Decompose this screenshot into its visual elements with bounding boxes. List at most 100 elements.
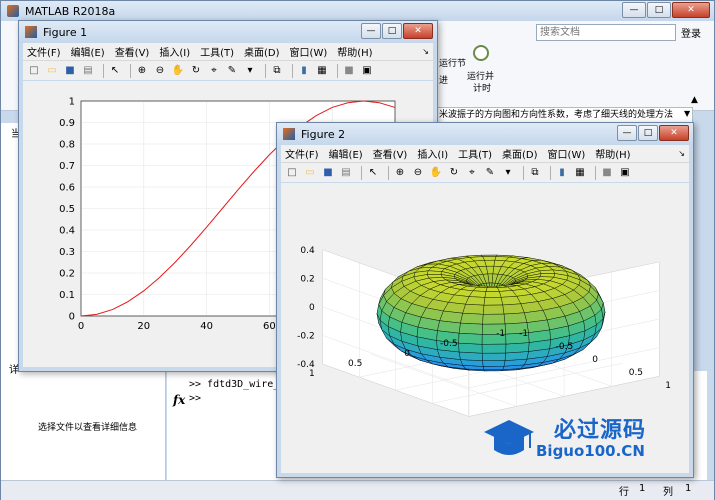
minimize-button[interactable]: —: [617, 125, 637, 141]
print-icon[interactable]: ▤: [339, 166, 353, 180]
menu-item[interactable]: 帮助(H): [595, 146, 630, 161]
maximize-button[interactable]: □: [647, 2, 671, 18]
menu-item[interactable]: 插入(I): [159, 44, 190, 59]
toolbar-separator: [550, 165, 551, 180]
ribbon-collapse-icon[interactable]: ▲: [691, 95, 698, 105]
minimize-button[interactable]: —: [361, 23, 381, 39]
menu-item[interactable]: 帮助(H): [337, 44, 372, 59]
legend-icon[interactable]: ▦: [573, 166, 587, 180]
menu-dock-icon[interactable]: ↘: [678, 149, 685, 158]
colorbar-icon[interactable]: ▮: [555, 166, 569, 180]
link-plot-icon[interactable]: ⧉: [528, 166, 542, 180]
save-icon[interactable]: ■: [321, 166, 335, 180]
menu-item[interactable]: 工具(T): [458, 146, 492, 161]
select-arrow-icon[interactable]: ↖: [108, 64, 122, 78]
path-dropdown-icon[interactable]: ▼: [684, 109, 690, 118]
graduation-cap-icon: [484, 420, 534, 455]
menu-item[interactable]: 桌面(D): [244, 44, 280, 59]
fx-icon: fx: [173, 393, 186, 407]
data-cursor-icon[interactable]: ⌖: [465, 166, 479, 180]
y-tick-label: 0.8: [59, 140, 75, 151]
figure-icon: [25, 26, 37, 38]
ribbon-advance[interactable]: 进: [439, 73, 448, 86]
path-bar[interactable]: 米波振子的方向图和方向性系数，考虑了细天线的处理方法: [436, 107, 693, 123]
brush-icon[interactable]: ✎: [483, 166, 497, 180]
close-button[interactable]: ✕: [403, 23, 433, 39]
x-tick-label: 0: [404, 349, 410, 359]
z-tick-label: -0.2: [297, 331, 315, 341]
brush-icon[interactable]: ✎: [225, 64, 239, 78]
toolbar-separator: [292, 63, 293, 78]
menu-item[interactable]: 插入(I): [417, 146, 448, 161]
menu-item[interactable]: 查看(V): [115, 44, 150, 59]
menu-item[interactable]: 查看(V): [373, 146, 408, 161]
y-tick-label: -1: [519, 329, 528, 339]
menu-item[interactable]: 文件(F): [285, 146, 319, 161]
data-cursor-icon[interactable]: ⌖: [207, 64, 221, 78]
y-tick-label: 0: [69, 312, 75, 323]
close-button[interactable]: ✕: [659, 125, 689, 141]
select-arrow-icon[interactable]: ↖: [366, 166, 380, 180]
x-tick-label: 1: [309, 369, 315, 379]
legend-icon[interactable]: ▦: [315, 64, 329, 78]
colorbar-icon[interactable]: ▮: [297, 64, 311, 78]
y-tick-label: 0.1: [59, 290, 75, 301]
status-row-value: 1: [639, 483, 646, 494]
status-row-label: 行: [619, 487, 629, 498]
zoom-in-icon[interactable]: ⊕: [393, 166, 407, 180]
surface-patch: [482, 360, 506, 367]
maximize-button[interactable]: □: [382, 23, 402, 39]
ribbon-run-section[interactable]: 运行节: [439, 56, 466, 69]
surface-patch: [465, 296, 486, 306]
brush-dropdown-icon[interactable]: ▾: [243, 64, 257, 78]
zoom-in-icon[interactable]: ⊕: [135, 64, 149, 78]
figure1-caption-buttons: — □ ✕: [360, 23, 433, 39]
pan-hand-icon[interactable]: ✋: [171, 64, 185, 78]
y-tick-label: -0.5: [556, 342, 574, 352]
search-box[interactable]: 搜索文档: [536, 24, 676, 41]
figure2-title: Figure 2: [301, 127, 346, 141]
minimize-button[interactable]: —: [622, 2, 646, 18]
menu-item[interactable]: 编辑(E): [71, 44, 105, 59]
surface-patch: [458, 342, 483, 354]
hide-plot-tools-icon[interactable]: ■: [342, 64, 356, 78]
menu-item[interactable]: 桌面(D): [502, 146, 538, 161]
brush-dropdown-icon[interactable]: ▾: [501, 166, 515, 180]
login-button[interactable]: 登录: [681, 25, 701, 40]
rotate-3d-icon[interactable]: ↻: [189, 64, 203, 78]
maximize-button[interactable]: □: [638, 125, 658, 141]
surface-patch: [481, 352, 506, 361]
surface-patch: [482, 304, 505, 315]
y-tick-label: 0.4: [59, 226, 75, 237]
show-plot-tools-icon[interactable]: ▣: [618, 166, 632, 180]
zoom-out-icon[interactable]: ⊖: [411, 166, 425, 180]
menu-dock-icon[interactable]: ↘: [422, 47, 429, 56]
run-and-time-icon[interactable]: [473, 45, 489, 61]
print-icon[interactable]: ▤: [81, 64, 95, 78]
new-figure-icon[interactable]: □: [27, 64, 41, 78]
surface-patch: [505, 342, 530, 354]
menu-item[interactable]: 窗口(W): [548, 146, 586, 161]
menu-item[interactable]: 编辑(E): [329, 146, 363, 161]
save-icon[interactable]: ■: [63, 64, 77, 78]
watermark: 必过源码 Biguo100.CN: [484, 410, 694, 470]
pan-hand-icon[interactable]: ✋: [429, 166, 443, 180]
surface-patch: [485, 287, 500, 292]
surface-patch: [462, 303, 485, 315]
zoom-out-icon[interactable]: ⊖: [153, 64, 167, 78]
y-tick-label: 0.5: [629, 368, 643, 378]
menu-item[interactable]: 文件(F): [27, 44, 61, 59]
open-file-icon[interactable]: ▭: [45, 64, 59, 78]
toolbar-separator: [595, 165, 596, 180]
link-plot-icon[interactable]: ⧉: [270, 64, 284, 78]
surface-patch: [503, 312, 528, 325]
watermark-title: 必过源码: [554, 418, 647, 443]
rotate-3d-icon[interactable]: ↻: [447, 166, 461, 180]
close-button[interactable]: ✕: [672, 2, 710, 18]
menu-item[interactable]: 工具(T): [200, 44, 234, 59]
new-figure-icon[interactable]: □: [285, 166, 299, 180]
show-plot-tools-icon[interactable]: ▣: [360, 64, 374, 78]
open-file-icon[interactable]: ▭: [303, 166, 317, 180]
hide-plot-tools-icon[interactable]: ■: [600, 166, 614, 180]
menu-item[interactable]: 窗口(W): [290, 44, 328, 59]
